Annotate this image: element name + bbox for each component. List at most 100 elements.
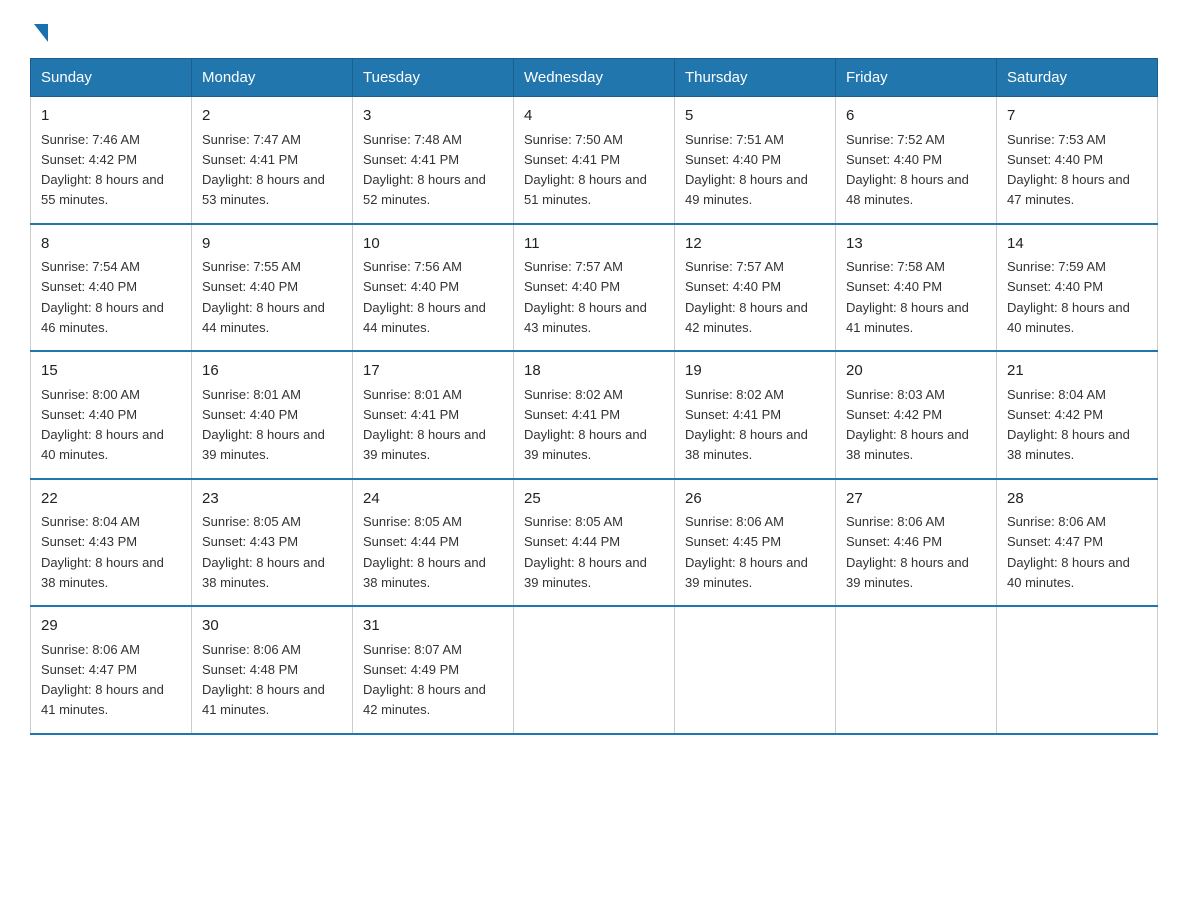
header-thursday: Thursday <box>675 59 836 97</box>
week-row-3: 15 Sunrise: 8:00 AMSunset: 4:40 PMDayligh… <box>31 351 1158 479</box>
day-number: 12 <box>685 233 825 256</box>
week-row-2: 8Sunrise: 7:54 AMSunset: 4:40 PMDaylight… <box>31 224 1158 352</box>
table-row: 24 Sunrise: 8:05 AMSunset: 4:44 PMDayligh… <box>353 479 514 607</box>
table-row: 30 Sunrise: 8:06 AMSunset: 4:48 PMDayligh… <box>192 606 353 734</box>
header-tuesday: Tuesday <box>353 59 514 97</box>
table-row: 18 Sunrise: 8:02 AMSunset: 4:41 PMDayligh… <box>514 351 675 479</box>
day-info: Sunrise: 8:05 AMSunset: 4:44 PMDaylight:… <box>524 514 647 590</box>
day-number: 2 <box>202 105 342 128</box>
week-row-4: 22 Sunrise: 8:04 AMSunset: 4:43 PMDayligh… <box>31 479 1158 607</box>
day-info: Sunrise: 7:48 AMSunset: 4:41 PMDaylight:… <box>363 132 486 208</box>
day-number: 30 <box>202 615 342 638</box>
table-row: 4Sunrise: 7:50 AMSunset: 4:41 PMDaylight… <box>514 97 675 224</box>
table-row: 12Sunrise: 7:57 AMSunset: 4:40 PMDayligh… <box>675 224 836 352</box>
day-number: 24 <box>363 488 503 511</box>
day-info: Sunrise: 8:03 AMSunset: 4:42 PMDaylight:… <box>846 387 969 463</box>
table-row <box>997 606 1158 734</box>
day-info: Sunrise: 7:57 AMSunset: 4:40 PMDaylight:… <box>524 259 647 335</box>
week-row-1: 1 Sunrise: 7:46 AMSunset: 4:42 PMDaylight… <box>31 97 1158 224</box>
table-row: 28 Sunrise: 8:06 AMSunset: 4:47 PMDayligh… <box>997 479 1158 607</box>
table-row <box>836 606 997 734</box>
day-number: 31 <box>363 615 503 638</box>
day-info: Sunrise: 8:05 AMSunset: 4:43 PMDaylight:… <box>202 514 325 590</box>
day-info: Sunrise: 7:50 AMSunset: 4:41 PMDaylight:… <box>524 132 647 208</box>
table-row <box>675 606 836 734</box>
table-row: 31 Sunrise: 8:07 AMSunset: 4:49 PMDayligh… <box>353 606 514 734</box>
day-info: Sunrise: 8:07 AMSunset: 4:49 PMDaylight:… <box>363 642 486 718</box>
day-number: 11 <box>524 233 664 256</box>
day-info: Sunrise: 8:02 AMSunset: 4:41 PMDaylight:… <box>685 387 808 463</box>
day-info: Sunrise: 7:46 AMSunset: 4:42 PMDaylight:… <box>41 132 164 208</box>
table-row: 9 Sunrise: 7:55 AMSunset: 4:40 PMDaylight… <box>192 224 353 352</box>
day-number: 15 <box>41 360 181 383</box>
day-number: 17 <box>363 360 503 383</box>
table-row: 10 Sunrise: 7:56 AMSunset: 4:40 PMDayligh… <box>353 224 514 352</box>
table-row: 8Sunrise: 7:54 AMSunset: 4:40 PMDaylight… <box>31 224 192 352</box>
header-wednesday: Wednesday <box>514 59 675 97</box>
day-info: Sunrise: 8:05 AMSunset: 4:44 PMDaylight:… <box>363 514 486 590</box>
table-row: 19 Sunrise: 8:02 AMSunset: 4:41 PMDayligh… <box>675 351 836 479</box>
day-number: 20 <box>846 360 986 383</box>
page-header <box>30 20 1158 38</box>
day-info: Sunrise: 8:06 AMSunset: 4:48 PMDaylight:… <box>202 642 325 718</box>
day-number: 27 <box>846 488 986 511</box>
day-info: Sunrise: 8:06 AMSunset: 4:47 PMDaylight:… <box>1007 514 1130 590</box>
day-number: 21 <box>1007 360 1147 383</box>
day-info: Sunrise: 7:59 AMSunset: 4:40 PMDaylight:… <box>1007 259 1130 335</box>
day-info: Sunrise: 8:04 AMSunset: 4:43 PMDaylight:… <box>41 514 164 590</box>
day-info: Sunrise: 8:01 AMSunset: 4:40 PMDaylight:… <box>202 387 325 463</box>
table-row <box>514 606 675 734</box>
header-monday: Monday <box>192 59 353 97</box>
day-number: 13 <box>846 233 986 256</box>
table-row: 6 Sunrise: 7:52 AMSunset: 4:40 PMDaylight… <box>836 97 997 224</box>
table-row: 21Sunrise: 8:04 AMSunset: 4:42 PMDayligh… <box>997 351 1158 479</box>
table-row: 11 Sunrise: 7:57 AMSunset: 4:40 PMDayligh… <box>514 224 675 352</box>
day-info: Sunrise: 8:06 AMSunset: 4:46 PMDaylight:… <box>846 514 969 590</box>
day-info: Sunrise: 7:56 AMSunset: 4:40 PMDaylight:… <box>363 259 486 335</box>
day-info: Sunrise: 8:01 AMSunset: 4:41 PMDaylight:… <box>363 387 486 463</box>
day-number: 16 <box>202 360 342 383</box>
day-number: 19 <box>685 360 825 383</box>
day-info: Sunrise: 8:06 AMSunset: 4:45 PMDaylight:… <box>685 514 808 590</box>
day-number: 29 <box>41 615 181 638</box>
table-row: 29 Sunrise: 8:06 AMSunset: 4:47 PMDayligh… <box>31 606 192 734</box>
table-row: 27 Sunrise: 8:06 AMSunset: 4:46 PMDayligh… <box>836 479 997 607</box>
day-number: 1 <box>41 105 181 128</box>
day-info: Sunrise: 8:02 AMSunset: 4:41 PMDaylight:… <box>524 387 647 463</box>
table-row: 26 Sunrise: 8:06 AMSunset: 4:45 PMDayligh… <box>675 479 836 607</box>
day-number: 7 <box>1007 105 1147 128</box>
logo-general-text <box>30 20 48 42</box>
day-number: 28 <box>1007 488 1147 511</box>
day-number: 18 <box>524 360 664 383</box>
week-row-5: 29 Sunrise: 8:06 AMSunset: 4:47 PMDayligh… <box>31 606 1158 734</box>
day-number: 3 <box>363 105 503 128</box>
table-row: 25Sunrise: 8:05 AMSunset: 4:44 PMDayligh… <box>514 479 675 607</box>
logo-arrow-icon <box>34 24 48 42</box>
day-number: 8 <box>41 233 181 256</box>
day-info: Sunrise: 8:00 AMSunset: 4:40 PMDaylight:… <box>41 387 164 463</box>
day-number: 10 <box>363 233 503 256</box>
day-number: 9 <box>202 233 342 256</box>
day-info: Sunrise: 7:53 AMSunset: 4:40 PMDaylight:… <box>1007 132 1130 208</box>
day-number: 22 <box>41 488 181 511</box>
day-info: Sunrise: 7:58 AMSunset: 4:40 PMDaylight:… <box>846 259 969 335</box>
header-saturday: Saturday <box>997 59 1158 97</box>
table-row: 3 Sunrise: 7:48 AMSunset: 4:41 PMDaylight… <box>353 97 514 224</box>
day-info: Sunrise: 8:06 AMSunset: 4:47 PMDaylight:… <box>41 642 164 718</box>
day-number: 5 <box>685 105 825 128</box>
day-info: Sunrise: 7:47 AMSunset: 4:41 PMDaylight:… <box>202 132 325 208</box>
calendar-table: Sunday Monday Tuesday Wednesday Thursday… <box>30 58 1158 735</box>
day-number: 26 <box>685 488 825 511</box>
table-row: 5Sunrise: 7:51 AMSunset: 4:40 PMDaylight… <box>675 97 836 224</box>
day-number: 14 <box>1007 233 1147 256</box>
day-info: Sunrise: 7:55 AMSunset: 4:40 PMDaylight:… <box>202 259 325 335</box>
table-row: 16 Sunrise: 8:01 AMSunset: 4:40 PMDayligh… <box>192 351 353 479</box>
day-info: Sunrise: 7:52 AMSunset: 4:40 PMDaylight:… <box>846 132 969 208</box>
table-row: 15 Sunrise: 8:00 AMSunset: 4:40 PMDayligh… <box>31 351 192 479</box>
header-friday: Friday <box>836 59 997 97</box>
table-row: 1 Sunrise: 7:46 AMSunset: 4:42 PMDaylight… <box>31 97 192 224</box>
day-number: 6 <box>846 105 986 128</box>
table-row: 7 Sunrise: 7:53 AMSunset: 4:40 PMDaylight… <box>997 97 1158 224</box>
header-sunday: Sunday <box>31 59 192 97</box>
table-row: 23Sunrise: 8:05 AMSunset: 4:43 PMDayligh… <box>192 479 353 607</box>
